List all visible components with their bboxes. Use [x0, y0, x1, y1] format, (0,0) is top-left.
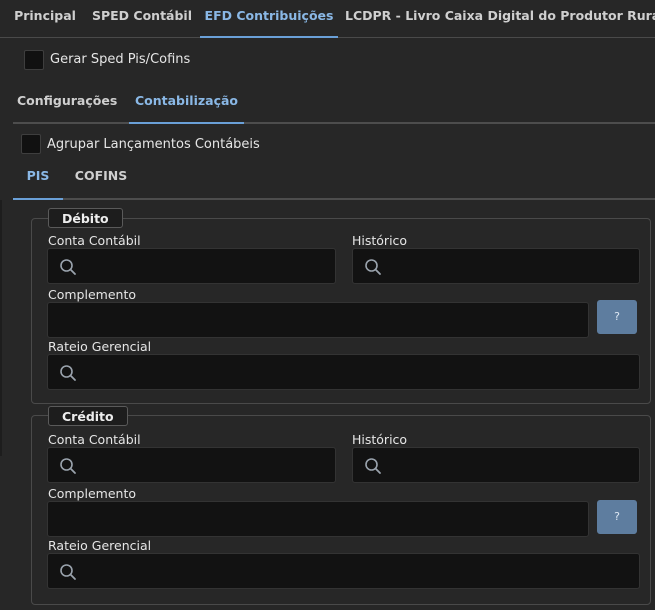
tab-cofins[interactable]: COFINS: [71, 168, 131, 196]
debito-rateio-gerencial-label: Rateio Gerencial: [48, 339, 152, 354]
credito-help-button[interactable]: ?: [597, 500, 637, 534]
tab-efd-contribuicoes[interactable]: EFD Contribuições: [200, 0, 338, 38]
search-icon: [60, 259, 76, 275]
credito-complemento-label: Complemento: [48, 486, 136, 501]
debito-conta-contabil-label: Conta Contábil: [48, 233, 141, 248]
credito-historico-label: Histórico: [352, 432, 408, 447]
tab-principal[interactable]: Principal: [7, 0, 83, 38]
tab-contabilizacao[interactable]: Contabilização: [129, 93, 244, 124]
search-icon: [60, 365, 76, 381]
search-icon: [60, 564, 76, 580]
tab-configuracoes[interactable]: Configurações: [17, 93, 117, 122]
credito-historico-input[interactable]: [352, 447, 640, 483]
tax-tab-bar: PIS COFINS: [13, 160, 655, 200]
credito-rateio-gerencial-input[interactable]: [47, 553, 640, 589]
main-tab-bar: Principal SPED Contábil EFD Contribuiçõe…: [0, 0, 655, 38]
debito-historico-label: Histórico: [352, 233, 408, 248]
tab-sped-contabil[interactable]: SPED Contábil: [90, 0, 194, 38]
debito-rateio-gerencial-input[interactable]: [47, 354, 640, 390]
credito-conta-contabil-input[interactable]: [47, 447, 336, 483]
debito-legend: Débito: [48, 208, 123, 228]
tab-lcdpr[interactable]: LCDPR - Livro Caixa Digital do Produtor …: [345, 0, 655, 38]
debito-historico-input[interactable]: [352, 248, 640, 284]
search-icon: [365, 458, 381, 474]
gerar-sped-checkbox[interactable]: [24, 50, 44, 70]
search-icon: [365, 259, 381, 275]
debito-conta-contabil-input[interactable]: [47, 248, 336, 284]
search-icon: [60, 458, 76, 474]
debito-help-button[interactable]: ?: [597, 300, 637, 334]
debito-complemento-label: Complemento: [48, 287, 136, 302]
gerar-sped-label: Gerar Sped Pis/Cofins: [50, 52, 191, 67]
agrupar-lancamentos-label: Agrupar Lançamentos Contábeis: [47, 137, 260, 152]
agrupar-lancamentos-checkbox[interactable]: [21, 134, 41, 154]
credito-complemento-input[interactable]: [47, 501, 589, 537]
credito-conta-contabil-label: Conta Contábil: [48, 432, 141, 447]
credito-legend: Crédito: [48, 406, 128, 426]
tab-pis[interactable]: PIS: [13, 168, 63, 200]
left-rail: [0, 200, 2, 456]
sub-tab-bar: Configurações Contabilização: [13, 80, 655, 124]
debito-complemento-input[interactable]: [47, 302, 589, 338]
credito-rateio-gerencial-label: Rateio Gerencial: [48, 538, 152, 553]
